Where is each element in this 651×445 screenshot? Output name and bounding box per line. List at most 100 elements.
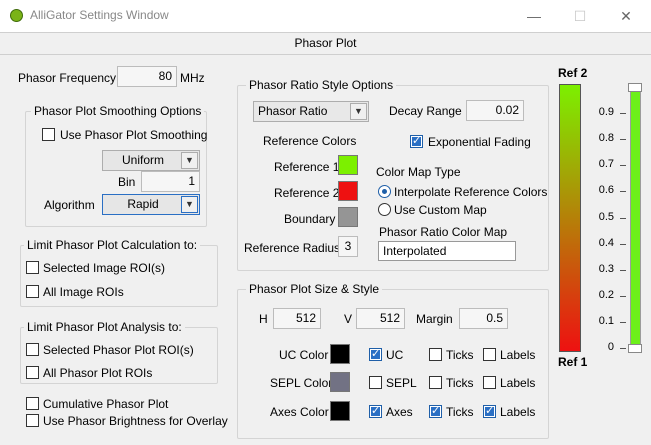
smoothing-filter-select[interactable]: Uniform ▼ — [102, 150, 200, 171]
reference-1-label: Reference 1 — [274, 160, 340, 174]
custom-map-radio[interactable] — [378, 203, 391, 216]
interpolate-colors-label: Interpolate Reference Colors — [394, 185, 548, 199]
slider-tick-label: 0.6 — [598, 184, 614, 197]
selected-phasor-roi-label: Selected Phasor Plot ROI(s) — [43, 343, 194, 357]
slider-tick — [620, 269, 626, 271]
limit-calculation-title: Limit Phasor Plot Calculation to: — [24, 238, 201, 252]
smoothing-filter-value: Uniform — [121, 153, 164, 167]
selected-image-roi-checkbox[interactable] — [26, 261, 39, 274]
axes-ticks-label: Ticks — [446, 405, 474, 419]
uc-checkbox[interactable] — [369, 347, 382, 361]
margin-input[interactable]: 0.5 — [459, 308, 508, 329]
sepl-color-swatch[interactable] — [330, 372, 350, 392]
slider-tick — [620, 321, 626, 323]
slider-tick — [620, 165, 626, 167]
slider-tick — [620, 113, 626, 115]
axes-color-swatch[interactable] — [330, 401, 350, 421]
chevron-down-icon: ▼ — [181, 196, 198, 213]
h-input[interactable]: 512 — [273, 308, 321, 329]
sepl-ticks-checkbox[interactable] — [429, 376, 442, 389]
axes-labels-label: Labels — [500, 405, 536, 419]
uc-color-label: UC Color — [279, 348, 329, 362]
phasor-frequency-label: Phasor Frequency — [18, 71, 117, 85]
exponential-fading-label: Exponential Fading — [428, 135, 531, 149]
chevron-down-icon: ▼ — [350, 103, 367, 120]
uc-labels-checkbox[interactable] — [483, 348, 496, 361]
boundary-label: Boundary — [284, 212, 336, 226]
axes-labels-checkbox[interactable] — [483, 404, 496, 418]
boundary-color-swatch[interactable] — [338, 207, 358, 227]
selected-image-roi-label: Selected Image ROI(s) — [43, 261, 166, 275]
axes-color-label: Axes Color — [270, 405, 329, 419]
close-button[interactable]: ✕ — [611, 5, 641, 27]
phasor-brightness-checkbox[interactable] — [26, 414, 39, 427]
phasor-frequency-input[interactable]: 80 — [117, 66, 177, 87]
slider-tick-label: 0.5 — [598, 210, 614, 223]
all-image-rois-label: All Image ROIs — [43, 285, 124, 299]
all-image-rois-checkbox[interactable] — [26, 285, 39, 298]
color-map-type-label: Color Map Type — [376, 165, 461, 179]
algorithm-value: Rapid — [127, 197, 159, 211]
uc-label: UC — [386, 348, 404, 362]
slider-track[interactable] — [630, 86, 641, 352]
alligator-app-icon — [10, 9, 23, 22]
uc-labels-label: Labels — [500, 348, 536, 362]
slider-tick-label: 0.2 — [598, 288, 614, 301]
window-title: AlliGator Settings Window — [30, 8, 169, 22]
all-phasor-rois-label: All Phasor Plot ROIs — [43, 366, 153, 380]
slider-tick — [620, 217, 626, 219]
slider-tick-label: 0.3 — [598, 262, 614, 275]
slider-tick — [620, 191, 626, 193]
reference-2-color-swatch[interactable] — [338, 181, 358, 201]
reference-radius-label: Reference Radius — [244, 241, 341, 255]
limit-analysis-title: Limit Phasor Plot Analysis to: — [24, 320, 185, 334]
color-map-label: Phasor Ratio Color Map — [379, 225, 508, 239]
slider-tick — [620, 295, 626, 297]
algorithm-select[interactable]: Rapid ▼ — [102, 194, 200, 215]
use-smoothing-label: Use Phasor Plot Smoothing — [60, 128, 208, 142]
slider-tick-label: 0.1 — [598, 314, 614, 327]
exponential-fading-checkbox[interactable] — [410, 134, 423, 148]
cumulative-phasor-checkbox[interactable] — [26, 397, 39, 410]
slider-tick-label: 0.9 — [598, 106, 614, 119]
selected-phasor-roi-checkbox[interactable] — [26, 343, 39, 356]
algorithm-label: Algorithm — [44, 198, 95, 212]
decay-range-input[interactable]: 0.02 — [466, 100, 524, 121]
axes-ticks-checkbox[interactable] — [429, 404, 442, 418]
slider-tick-label: 0.8 — [598, 132, 614, 145]
legend-bottom-label: Ref 1 — [558, 355, 588, 369]
sepl-label: SEPL — [386, 376, 417, 390]
decay-range-label: Decay Range — [389, 104, 462, 118]
slider-thumb-min[interactable] — [628, 344, 642, 353]
interpolate-colors-radio[interactable] — [378, 185, 391, 198]
reference-colors-label: Reference Colors — [263, 134, 357, 148]
uc-color-swatch[interactable] — [330, 344, 350, 364]
slider-tick-label: 0.4 — [598, 236, 614, 249]
v-input[interactable]: 512 — [356, 308, 405, 329]
bin-label: Bin — [118, 175, 136, 189]
maximize-button[interactable]: ☐ — [565, 5, 595, 27]
bin-input[interactable]: 1 — [141, 171, 200, 192]
tab-phasor-plot[interactable]: Phasor Plot — [0, 36, 651, 50]
color-map-input[interactable]: Interpolated — [378, 241, 516, 261]
margin-label: Margin — [416, 312, 453, 326]
sepl-labels-checkbox[interactable] — [483, 376, 496, 389]
slider-tick — [620, 139, 626, 141]
sepl-checkbox[interactable] — [369, 376, 382, 389]
sepl-color-label: SEPL Color — [270, 376, 333, 390]
size-style-title: Phasor Plot Size & Style — [246, 282, 383, 296]
uc-ticks-checkbox[interactable] — [429, 348, 442, 361]
all-phasor-rois-checkbox[interactable] — [26, 366, 39, 379]
reference-radius-input[interactable]: 3 — [338, 236, 358, 257]
slider-thumb[interactable] — [628, 83, 642, 92]
minimize-button[interactable]: — — [519, 5, 549, 27]
reference-1-color-swatch[interactable] — [338, 155, 358, 175]
slider-tick-label: 0.7 — [598, 158, 614, 171]
axes-checkbox[interactable] — [369, 404, 382, 418]
frequency-unit: MHz — [180, 71, 205, 85]
ratio-mode-select[interactable]: Phasor Ratio ▼ — [253, 101, 369, 122]
custom-map-label: Use Custom Map — [394, 203, 487, 217]
use-smoothing-checkbox[interactable] — [42, 128, 55, 141]
cumulative-phasor-label: Cumulative Phasor Plot — [43, 397, 169, 411]
phasor-brightness-label: Use Phasor Brightness for Overlay — [43, 414, 228, 428]
